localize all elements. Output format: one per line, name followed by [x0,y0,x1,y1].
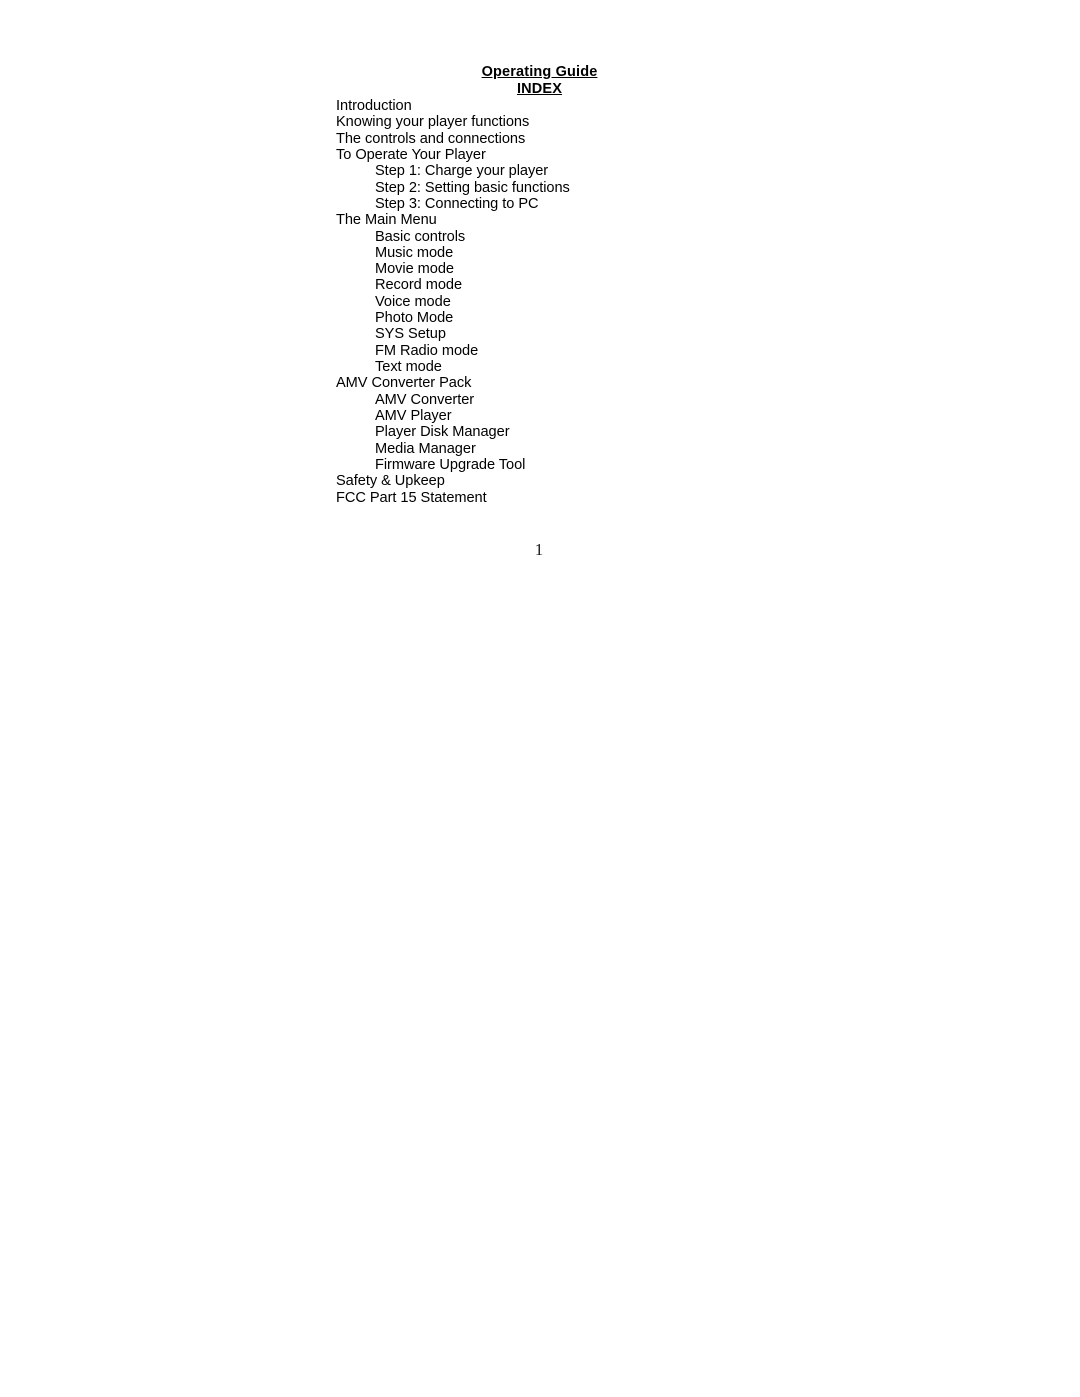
document-title-text: Operating Guide [481,64,598,80]
page-number: 1 [0,540,1080,560]
index-item: Safety & Upkeep [336,473,445,490]
document-subtitle-text: INDEX [516,81,563,97]
index-item: Step 2: Setting basic functions [375,179,570,196]
index-item: Firmware Upgrade Tool [375,456,526,473]
index-item: Introduction [336,98,412,114]
index-item: Music mode [375,244,454,261]
index-item: AMV Converter [375,391,475,408]
index-item: FCC Part 15 Statement [336,489,487,506]
index-item: To Operate Your Player [336,146,486,163]
document-page: Operating Guide INDEX Introduction Knowin… [0,0,1080,1397]
document-title: Operating Guide [0,64,1080,81]
index-item: Player Disk Manager [375,424,510,441]
document-heading: Operating Guide INDEX [0,64,1080,98]
page-number-value: 1 [534,540,544,559]
index-item: Movie mode [375,261,454,278]
index-list: Introduction Knowing your player function… [336,98,936,506]
index-item: The controls and connections [336,130,526,147]
index-item: Photo Mode [375,310,454,327]
index-item: FM Radio mode [375,342,479,359]
index-item: Media Manager [375,440,476,457]
index-item: Step 3: Connecting to PC [375,195,539,212]
index-item: AMV Player [375,407,452,424]
document-subtitle: INDEX [0,81,1080,98]
index-item: Text mode [375,359,442,375]
index-item: Knowing your player functions [336,114,530,131]
index-item: Voice mode [375,293,451,310]
index-item: Basic controls [375,228,466,245]
index-item: Record mode [375,277,463,294]
index-item: AMV Converter Pack [336,375,472,392]
index-item: SYS Setup [375,326,446,343]
index-item: The Main Menu [336,212,437,229]
index-item: Step 1: Charge your player [375,163,549,180]
